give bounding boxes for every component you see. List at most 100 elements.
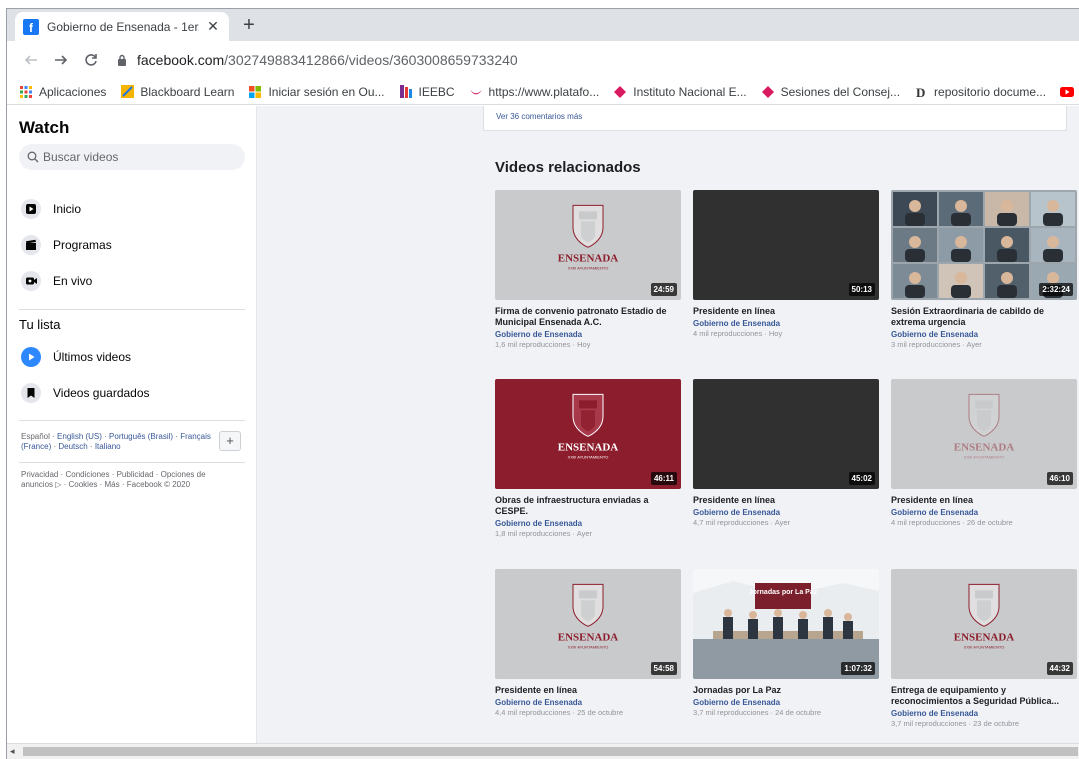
bookmark-item[interactable]: Aplicaciones <box>19 85 106 99</box>
sidebar-item-inicio[interactable]: Inicio <box>21 196 81 222</box>
scrollbar-thumb[interactable] <box>23 747 1078 756</box>
video-title[interactable]: Sesión Extraordinaria de cabildo de extr… <box>891 306 1077 328</box>
video-card[interactable]: ENSENADA XXIII AYUNTAMIENTO 24:59 Firma de … <box>495 190 681 349</box>
bookmark-item[interactable]: IEEBC <box>399 85 455 99</box>
video-title[interactable]: Presidente en línea <box>495 685 681 696</box>
search-icon <box>27 151 39 163</box>
sidebar-item-label: En vivo <box>53 274 93 288</box>
divider <box>19 309 245 310</box>
video-channel-link[interactable]: Gobierno de Ensenada <box>693 698 879 707</box>
video-card[interactable]: 2:32:24 Sesión Extraordinaria de cabildo … <box>891 190 1077 349</box>
bookmark-item[interactable]: YouTube <box>1060 85 1079 99</box>
scroll-left-icon[interactable]: ◂ <box>10 746 15 757</box>
close-tab-icon[interactable]: ✕ <box>205 18 221 35</box>
language-link[interactable]: Português (Brasil) <box>109 432 173 441</box>
video-title[interactable]: Jornadas por La Paz <box>693 685 879 696</box>
sidebar-item-label: Programas <box>53 238 112 252</box>
url-text: facebook.com/302749883412866/videos/3603… <box>137 52 518 68</box>
video-title[interactable]: Obras de infraestructura enviadas a CESP… <box>495 495 681 517</box>
horizontal-scrollbar[interactable]: ◂ <box>7 743 1079 759</box>
video-thumbnail[interactable]: 50:13 <box>693 190 879 300</box>
video-card[interactable]: 50:13 Presidente en línea Gobierno de Ense… <box>693 190 879 338</box>
svg-text:D: D <box>916 86 925 98</box>
bookmark-item[interactable]: Drepositorio docume... <box>914 85 1046 99</box>
divider <box>19 462 245 463</box>
back-button[interactable] <box>17 46 45 74</box>
bookmark-item[interactable]: Blackboard Learn <box>120 85 234 99</box>
sidebar-item-videos-guardados[interactable]: Videos guardados <box>21 380 150 406</box>
facebook-watch-page: Watch Inicio Programas <box>7 106 1079 752</box>
bookmark-item[interactable]: Iniciar sesión en Ou... <box>248 85 385 99</box>
video-card[interactable]: ENSENADA XXIII AYUNTAMIENTO 54:58 President… <box>495 569 681 717</box>
video-thumbnail[interactable]: Jornadas por La Paz 1:07:32 <box>693 569 879 679</box>
bookmark-item[interactable]: https://www.platafo... <box>469 85 599 99</box>
language-link[interactable]: Deutsch <box>58 442 87 451</box>
video-thumbnail[interactable]: 2:32:24 <box>891 190 1077 300</box>
video-thumbnail[interactable]: ENSENADA XXIII AYUNTAMIENTO 46:10 <box>891 379 1077 489</box>
forward-arrow-icon <box>55 55 68 65</box>
video-channel-link[interactable]: Gobierno de Ensenada <box>693 508 879 517</box>
video-channel-link[interactable]: Gobierno de Ensenada <box>495 519 681 528</box>
video-meta: 3,7 mil reproducciones · 23 de octubre <box>891 719 1019 728</box>
footer-links[interactable]: Privacidad · Condiciones · Publicidad · … <box>21 470 221 490</box>
sidebar-item-programas[interactable]: Programas <box>21 232 112 258</box>
browser-toolbar: facebook.com/302749883412866/videos/3603… <box>7 41 1079 79</box>
video-channel-link[interactable]: Gobierno de Ensenada <box>891 709 1077 718</box>
search-input[interactable] <box>43 150 233 164</box>
video-thumbnail[interactable]: 45:02 <box>693 379 879 489</box>
video-card[interactable]: 45:02 Presidente en línea Gobierno de Ense… <box>693 379 879 527</box>
sidebar-item-en-vivo[interactable]: En vivo <box>21 268 92 294</box>
crest-subtext: XXIII AYUNTAMIENTO <box>964 644 1005 649</box>
video-duration: 46:11 <box>650 472 677 485</box>
video-duration: 50:13 <box>848 283 875 296</box>
video-title[interactable]: Firma de convenio patronato Estadio de M… <box>495 306 681 328</box>
video-title[interactable]: Presidente en línea <box>693 306 879 317</box>
reload-icon <box>85 54 97 66</box>
forward-button[interactable] <box>47 46 75 74</box>
reload-button[interactable] <box>77 46 105 74</box>
lock-icon[interactable] <box>115 53 129 67</box>
video-thumbnail[interactable]: ENSENADA XXIII AYUNTAMIENTO 24:59 <box>495 190 681 300</box>
language-link[interactable]: Italiano <box>95 442 121 451</box>
video-card[interactable]: ENSENADA XXIII AYUNTAMIENTO 44:32 Entrega d… <box>891 569 1077 728</box>
add-language-button[interactable]: + <box>219 431 241 451</box>
video-card[interactable]: ENSENADA XXIII AYUNTAMIENTO 46:10 President… <box>891 379 1077 527</box>
video-title[interactable]: Presidente en línea <box>891 495 1077 506</box>
video-thumbnail[interactable]: ENSENADA XXIII AYUNTAMIENTO 44:32 <box>891 569 1077 679</box>
bookmark-item[interactable]: Instituto Nacional E... <box>613 85 747 99</box>
bookmarks-bar: Aplicaciones Blackboard Learn Iniciar sesi… <box>7 79 1079 105</box>
bookmark-label: IEEBC <box>418 84 455 99</box>
video-meta: 3 mil reproducciones · Ayer <box>891 340 982 349</box>
video-channel-link[interactable]: Gobierno de Ensenada <box>891 330 1077 339</box>
new-tab-button[interactable]: + <box>237 14 261 38</box>
bookmark-item[interactable]: Sesiones del Consej... <box>761 85 900 99</box>
page-title: Watch <box>19 118 70 137</box>
video-title[interactable]: Presidente en línea <box>693 495 879 506</box>
address-bar[interactable]: facebook.com/302749883412866/videos/3603… <box>115 46 518 74</box>
bookmark-label: Blackboard Learn <box>140 84 235 99</box>
video-thumbnail[interactable]: ENSENADA XXIII AYUNTAMIENTO 46:11 <box>495 379 681 489</box>
video-channel-link[interactable]: Gobierno de Ensenada <box>693 319 879 328</box>
video-channel-link[interactable]: Gobierno de Ensenada <box>495 330 681 339</box>
current-language: Español <box>21 432 50 441</box>
language-link[interactable]: English (US) <box>57 432 102 441</box>
sidebar-item-ultimos-videos[interactable]: Últimos videos <box>21 344 131 370</box>
crest-text: ENSENADA <box>954 631 1015 643</box>
video-thumbnail[interactable]: ENSENADA XXIII AYUNTAMIENTO 54:58 <box>495 569 681 679</box>
browser-window: f Gobierno de Ensenada - 1er. Info ✕ + f… <box>6 8 1079 759</box>
video-card[interactable]: Jornadas por La Paz 1:07:32 Jornadas por L… <box>693 569 879 717</box>
video-title[interactable]: Entrega de equipamiento y reconocimiento… <box>891 685 1077 707</box>
video-duration: 2:32:24 <box>1039 283 1073 296</box>
search-box[interactable] <box>19 144 245 170</box>
video-duration: 46:10 <box>1046 472 1073 485</box>
video-channel-link[interactable]: Gobierno de Ensenada <box>495 698 681 707</box>
ine-icon <box>613 85 627 99</box>
more-comments-link[interactable]: Ver 36 comentarios más <box>496 112 582 121</box>
video-channel-link[interactable]: Gobierno de Ensenada <box>891 508 1077 517</box>
crest-subtext: XXIII AYUNTAMIENTO <box>568 454 609 459</box>
browser-tab[interactable]: f Gobierno de Ensenada - 1er. Info ✕ <box>15 12 229 41</box>
sidebar-item-label: Videos guardados <box>53 386 150 400</box>
video-card[interactable]: ENSENADA XXIII AYUNTAMIENTO 46:11 Obras de … <box>495 379 681 538</box>
sidebar-item-label: Inicio <box>53 202 82 216</box>
video-duration: 44:32 <box>1046 662 1073 675</box>
